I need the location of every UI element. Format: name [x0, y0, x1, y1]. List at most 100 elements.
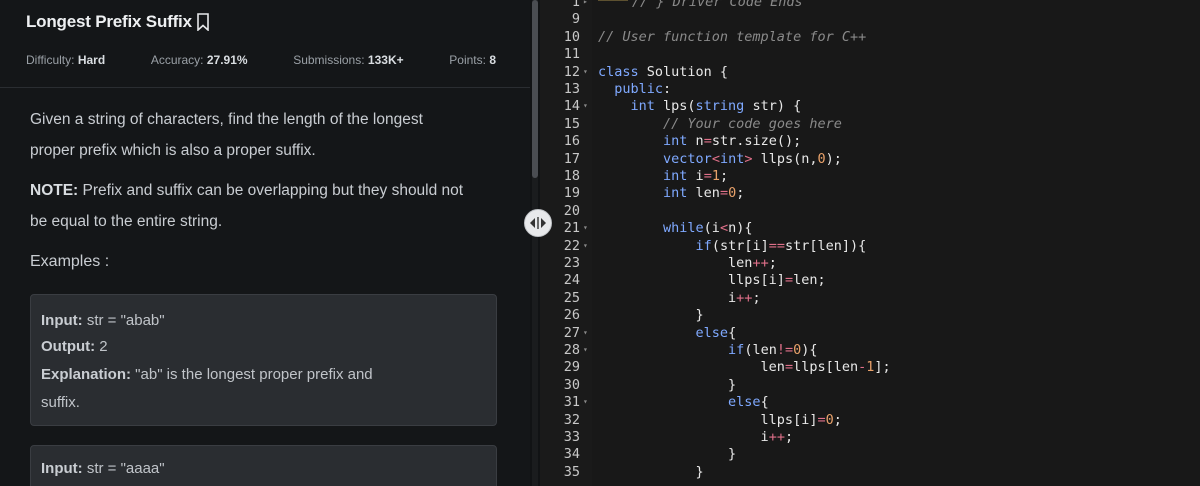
fold-toggle-icon[interactable]: ▾	[583, 97, 588, 115]
code-text[interactable]: len=llps[len-1];	[598, 358, 891, 376]
code-line[interactable]: 33 i++;	[540, 428, 1200, 446]
code-line[interactable]: 31 ▾ else{	[540, 393, 1200, 411]
code-line[interactable]: 32 llps[i]=0;	[540, 411, 1200, 429]
fold-toggle-icon[interactable]: ▾	[583, 324, 588, 342]
code-line[interactable]: 10 // User function template for C++	[540, 28, 1200, 46]
code-line[interactable]: 30 }	[540, 376, 1200, 394]
explanation-label: Explanation:	[41, 366, 132, 383]
code-line[interactable]: 29 len=llps[len-1];	[540, 358, 1200, 376]
code-line[interactable]: 13 public:	[540, 80, 1200, 98]
code-text[interactable]: // User function template for C++	[598, 28, 866, 46]
example-explanation-cont: suffix.	[41, 394, 80, 411]
code-text[interactable]: }	[598, 445, 736, 463]
line-number: 32	[563, 411, 580, 428]
code-editor[interactable]: 1 ▸ // } Driver Code Ends 9 10 // User functi…	[540, 0, 1200, 486]
code-line[interactable]: 1 ▸ // } Driver Code Ends	[540, 0, 1200, 11]
code-line[interactable]: 19 int len=0;	[540, 184, 1200, 202]
problem-scrollbar-thumb[interactable]	[532, 0, 538, 178]
code-text[interactable]: }	[598, 306, 704, 324]
resize-arrows-icon	[530, 217, 546, 229]
bookmark-icon[interactable]	[196, 13, 210, 31]
code-line[interactable]: 9	[540, 10, 1200, 28]
line-number: 22	[563, 237, 580, 254]
code-text[interactable]: int lps(string str) {	[598, 97, 802, 115]
code-line[interactable]: 16 int n=str.size();	[540, 132, 1200, 150]
code-text[interactable]: int n=str.size();	[598, 132, 801, 150]
fold-toggle-icon[interactable]: ▸	[583, 0, 588, 11]
code-line[interactable]: 14 ▾ int lps(string str) {	[540, 97, 1200, 115]
folded-code-marker-icon[interactable]	[598, 0, 628, 1]
line-number: 25	[563, 289, 580, 306]
code-line[interactable]: 34 }	[540, 445, 1200, 463]
code-line[interactable]: 18 int i=1;	[540, 167, 1200, 185]
example-box: Input: str = "abab" Output: 2 Explanatio…	[30, 294, 497, 426]
fold-toggle-icon[interactable]: ▾	[583, 393, 588, 411]
code-text[interactable]: if(len!=0){	[598, 341, 817, 359]
line-number: 15	[563, 115, 580, 132]
code-text[interactable]: llps[i]=len;	[598, 271, 826, 289]
line-number: 28	[563, 342, 580, 358]
code-line[interactable]: 23 len++;	[540, 254, 1200, 272]
problem-meta: Difficulty: Hard Accuracy: 27.91% Submis…	[26, 53, 496, 67]
code-text[interactable]: vector<int> llps(n,0);	[598, 150, 842, 168]
code-text[interactable]: class Solution {	[598, 63, 728, 81]
submissions-value: 133K+	[367, 53, 404, 67]
code-line[interactable]: 27 ▾ else{	[540, 324, 1200, 342]
line-number: 12	[563, 63, 580, 80]
code-line[interactable]: 26 }	[540, 306, 1200, 324]
code-text[interactable]: i++;	[598, 289, 761, 307]
code-text[interactable]: llps[i]=0;	[598, 411, 842, 429]
code-line[interactable]: 15 // Your code goes here	[540, 115, 1200, 133]
fold-toggle-icon[interactable]: ▾	[583, 237, 588, 255]
code-text[interactable]: // Your code goes here	[598, 115, 842, 133]
pane-resize-handle[interactable]	[524, 209, 552, 237]
problem-panel: Longest Prefix Suffix Difficulty: Hard A…	[0, 0, 530, 486]
line-number: 31	[563, 394, 580, 411]
fold-toggle-icon[interactable]: ▾	[583, 219, 588, 237]
input-value: str = "abab"	[82, 312, 165, 329]
line-number: 26	[563, 307, 580, 324]
difficulty: Difficulty: Hard	[26, 53, 105, 67]
code-text[interactable]: // } Driver Code Ends	[632, 0, 803, 11]
code-text[interactable]: public:	[598, 80, 671, 98]
problem-note: NOTE: Prefix and suffix can be overlappi…	[30, 175, 500, 237]
code-line[interactable]: 21 ▾ while(i<n){	[540, 219, 1200, 237]
code-line[interactable]: 11	[540, 45, 1200, 63]
code-text[interactable]: if(str[i]==str[len]){	[598, 237, 867, 255]
code-line[interactable]: 22 ▾ if(str[i]==str[len]){	[540, 237, 1200, 255]
example-explanation: Explanation: "ab" is the longest proper …	[41, 366, 373, 383]
output-value: 2	[95, 338, 108, 355]
line-number: 18	[563, 168, 580, 184]
accuracy: Accuracy: 27.91%	[151, 53, 248, 67]
code-line[interactable]: 28 ▾ if(len!=0){	[540, 341, 1200, 359]
code-line[interactable]: 17 vector<int> llps(n,0);	[540, 150, 1200, 168]
code-line[interactable]: 25 i++;	[540, 289, 1200, 307]
code-text[interactable]: while(i<n){	[598, 219, 752, 237]
code-text[interactable]: len++;	[598, 254, 777, 272]
explanation-text: "ab" is the longest proper prefix and	[131, 366, 373, 383]
code-line[interactable]: 12 ▾ class Solution {	[540, 63, 1200, 81]
code-line[interactable]: 20	[540, 202, 1200, 220]
submissions-label: Submissions:	[293, 53, 365, 67]
code-text[interactable]: }	[598, 376, 736, 394]
problem-statement: Given a string of characters, find the l…	[30, 104, 500, 166]
input-label: Input:	[41, 460, 83, 477]
code-text[interactable]: }	[598, 463, 704, 481]
code-text[interactable]: i++;	[598, 428, 794, 446]
code-text[interactable]: int i=1;	[598, 167, 728, 185]
line-number: 13	[563, 81, 580, 97]
examples-heading: Examples :	[30, 253, 110, 270]
input-value: str = "aaaa"	[82, 460, 165, 477]
fold-toggle-icon[interactable]: ▾	[583, 341, 588, 359]
code-text[interactable]: int len=0;	[598, 184, 744, 202]
code-line[interactable]: 24 llps[i]=len;	[540, 271, 1200, 289]
code-text[interactable]: else{	[598, 324, 737, 342]
code-text[interactable]: else{	[598, 393, 769, 411]
accuracy-label: Accuracy:	[150, 53, 204, 67]
problem-title-row: Longest Prefix Suffix	[26, 12, 210, 32]
example-output: Output: 2	[41, 338, 108, 355]
line-number: 14	[563, 98, 580, 115]
code-line[interactable]: 35 }	[540, 463, 1200, 481]
problem-title: Longest Prefix Suffix	[26, 12, 192, 31]
fold-toggle-icon[interactable]: ▾	[583, 63, 588, 81]
